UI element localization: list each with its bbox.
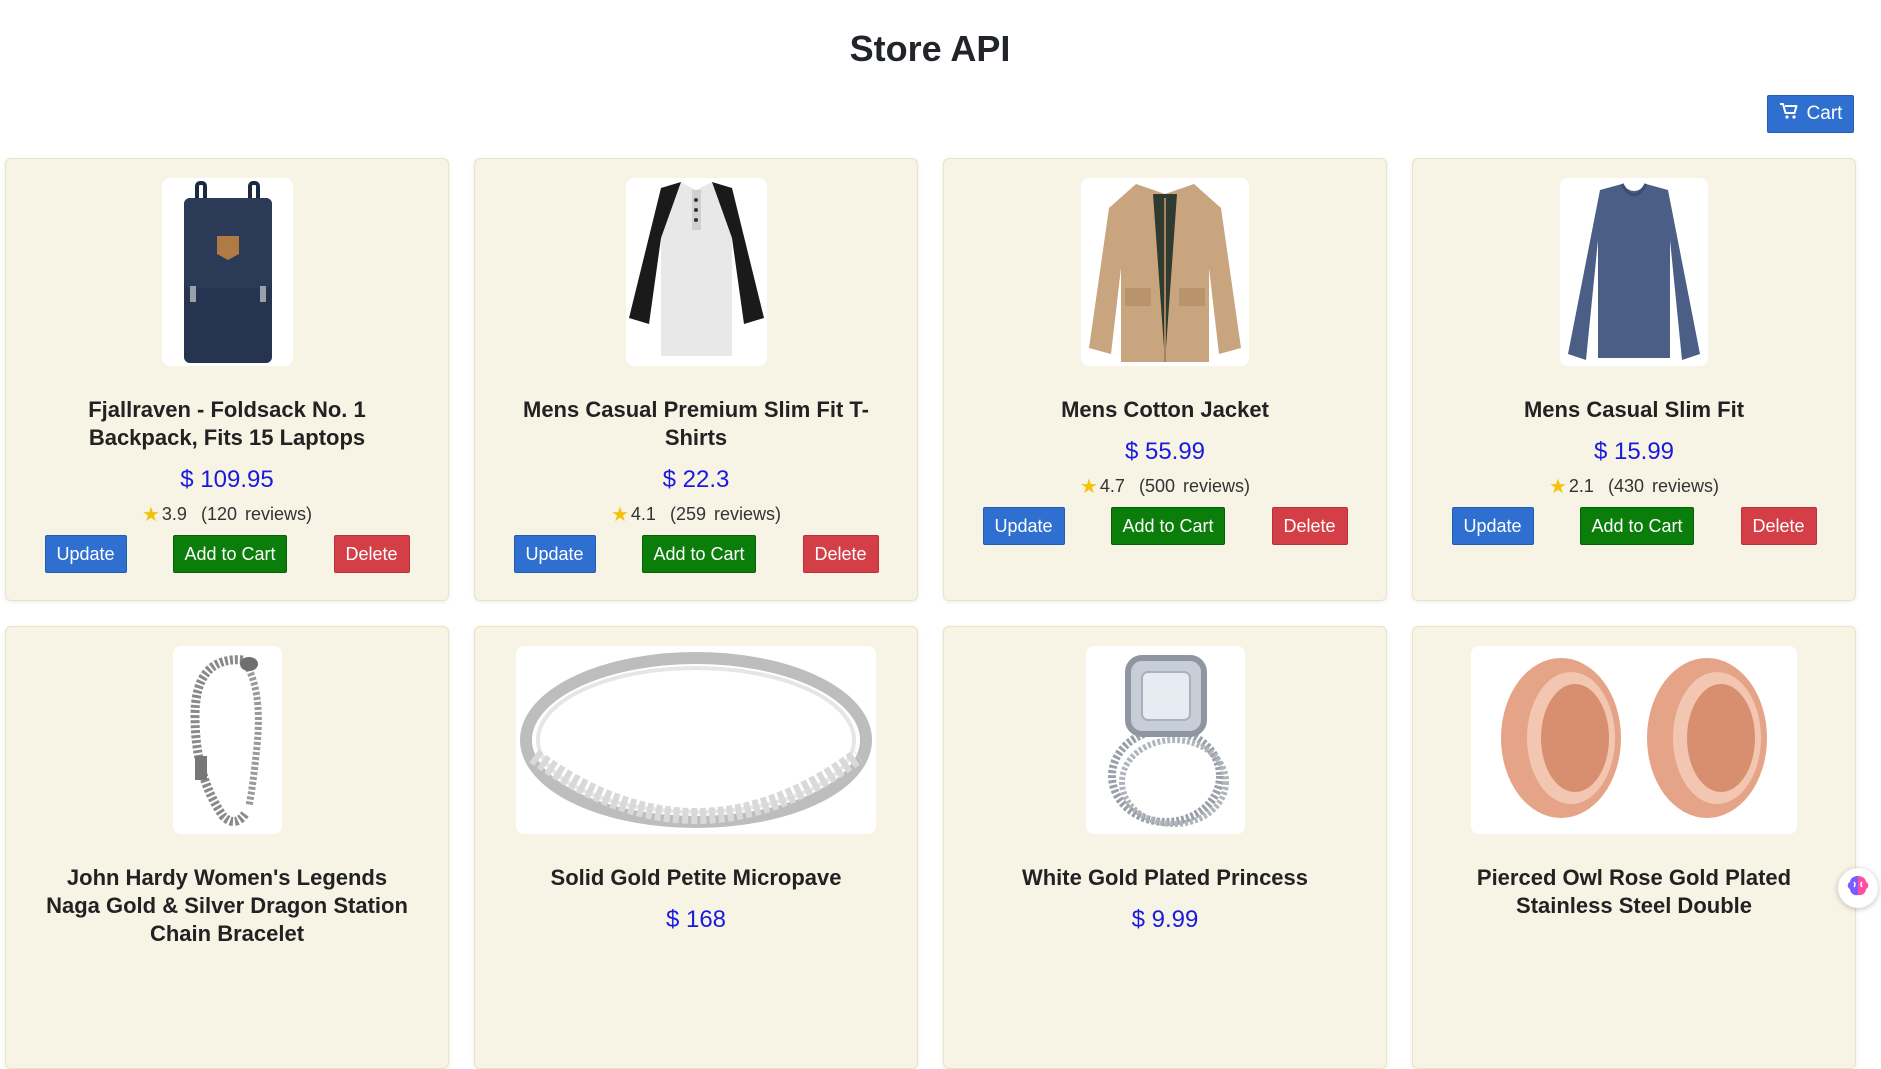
product-name: White Gold Plated Princess xyxy=(1021,865,1309,890)
update-button[interactable]: Update xyxy=(982,507,1065,545)
cart-label: Cart xyxy=(1806,103,1843,124)
star-icon: ★ xyxy=(610,503,629,526)
product-rating: ★ 4.1 (259 reviews) xyxy=(611,504,781,525)
delete-button[interactable]: Delete xyxy=(1740,507,1817,545)
product-name: Solid Gold Petite Micropave xyxy=(550,865,842,890)
add-to-cart-button[interactable]: Add to Cart xyxy=(1111,507,1225,545)
update-button[interactable]: Update xyxy=(513,535,596,573)
product-card: Mens Casual Slim Fit $ 15.99 ★ 2.1 (430 … xyxy=(1412,158,1856,601)
product-name: John Hardy Women's Legends Naga Gold & S… xyxy=(46,865,408,946)
product-name: Mens Casual Premium Slim Fit T-Shirts xyxy=(523,397,869,450)
review-count: (120 reviews) xyxy=(200,504,312,524)
rating-value: 4.7 xyxy=(1099,476,1125,496)
product-card: John Hardy Women's Legends Naga Gold & S… xyxy=(5,626,449,1069)
cart-icon xyxy=(1779,102,1799,126)
product-name: Pierced Owl Rose Gold Plated Stainless S… xyxy=(1476,865,1792,918)
product-price: $ 55.99 xyxy=(1124,438,1206,465)
product-card: Pierced Owl Rose Gold Plated Stainless S… xyxy=(1412,626,1856,1069)
tshirt-image xyxy=(625,178,767,366)
product-rating: ★ 3.9 (120 reviews) xyxy=(142,504,312,525)
add-to-cart-button[interactable]: Add to Cart xyxy=(173,535,287,573)
review-count: (430 reviews) xyxy=(1607,476,1719,496)
rating-value: 2.1 xyxy=(1568,476,1594,496)
add-to-cart-button[interactable]: Add to Cart xyxy=(1580,507,1694,545)
product-price: $ 168 xyxy=(665,906,727,933)
rating-value: 3.9 xyxy=(161,504,187,524)
cart-button[interactable]: Cart xyxy=(1767,95,1854,133)
review-count: (500 reviews) xyxy=(1138,476,1250,496)
product-rating: ★ 2.1 (430 reviews) xyxy=(1549,476,1719,497)
bracelet-image xyxy=(172,646,282,834)
product-price: $ 109.95 xyxy=(180,466,274,493)
plugs-image xyxy=(1471,646,1797,834)
product-name: Mens Casual Slim Fit xyxy=(1523,397,1745,422)
product-price: $ 22.3 xyxy=(662,466,730,493)
backpack-image xyxy=(161,178,293,366)
update-button[interactable]: Update xyxy=(1451,507,1534,545)
ring-image xyxy=(516,646,876,834)
star-icon: ★ xyxy=(1548,475,1567,498)
longsleeve-image xyxy=(1560,178,1708,366)
card-actions: Update Add to Cart Delete xyxy=(513,535,879,573)
product-price: $ 15.99 xyxy=(1593,438,1675,465)
product-rating: ★ 4.7 (500 reviews) xyxy=(1080,476,1250,497)
delete-button[interactable]: Delete xyxy=(1271,507,1348,545)
card-actions: Update Add to Cart Delete xyxy=(982,507,1348,545)
product-price: $ 9.99 xyxy=(1131,906,1199,933)
product-name: Fjallraven - Foldsack No. 1 Backpack, Fi… xyxy=(88,397,366,450)
rating-value: 4.1 xyxy=(630,504,656,524)
product-card: White Gold Plated Princess $ 9.99 xyxy=(943,626,1387,1069)
princess-ring-image xyxy=(1085,646,1245,834)
assistant-brain-button[interactable] xyxy=(1838,868,1878,908)
card-actions: Update Add to Cart Delete xyxy=(44,535,410,573)
star-icon: ★ xyxy=(141,503,160,526)
star-icon: ★ xyxy=(1079,475,1098,498)
product-card: Mens Casual Premium Slim Fit T-Shirts $ … xyxy=(474,158,918,601)
delete-button[interactable]: Delete xyxy=(333,535,410,573)
jacket-image xyxy=(1081,178,1249,366)
add-to-cart-button[interactable]: Add to Cart xyxy=(642,535,756,573)
product-grid: Fjallraven - Foldsack No. 1 Backpack, Fi… xyxy=(5,158,1856,1069)
product-card: Solid Gold Petite Micropave $ 168 xyxy=(474,626,918,1069)
brain-icon xyxy=(1845,874,1871,903)
delete-button[interactable]: Delete xyxy=(802,535,879,573)
card-actions: Update Add to Cart Delete xyxy=(1451,507,1817,545)
product-name: Mens Cotton Jacket xyxy=(1061,397,1269,422)
page-title: Store API xyxy=(849,28,1011,69)
update-button[interactable]: Update xyxy=(44,535,127,573)
review-count: (259 reviews) xyxy=(669,504,781,524)
product-card: Fjallraven - Foldsack No. 1 Backpack, Fi… xyxy=(5,158,449,601)
product-card: Mens Cotton Jacket $ 55.99 ★ 4.7 (500 re… xyxy=(943,158,1387,601)
